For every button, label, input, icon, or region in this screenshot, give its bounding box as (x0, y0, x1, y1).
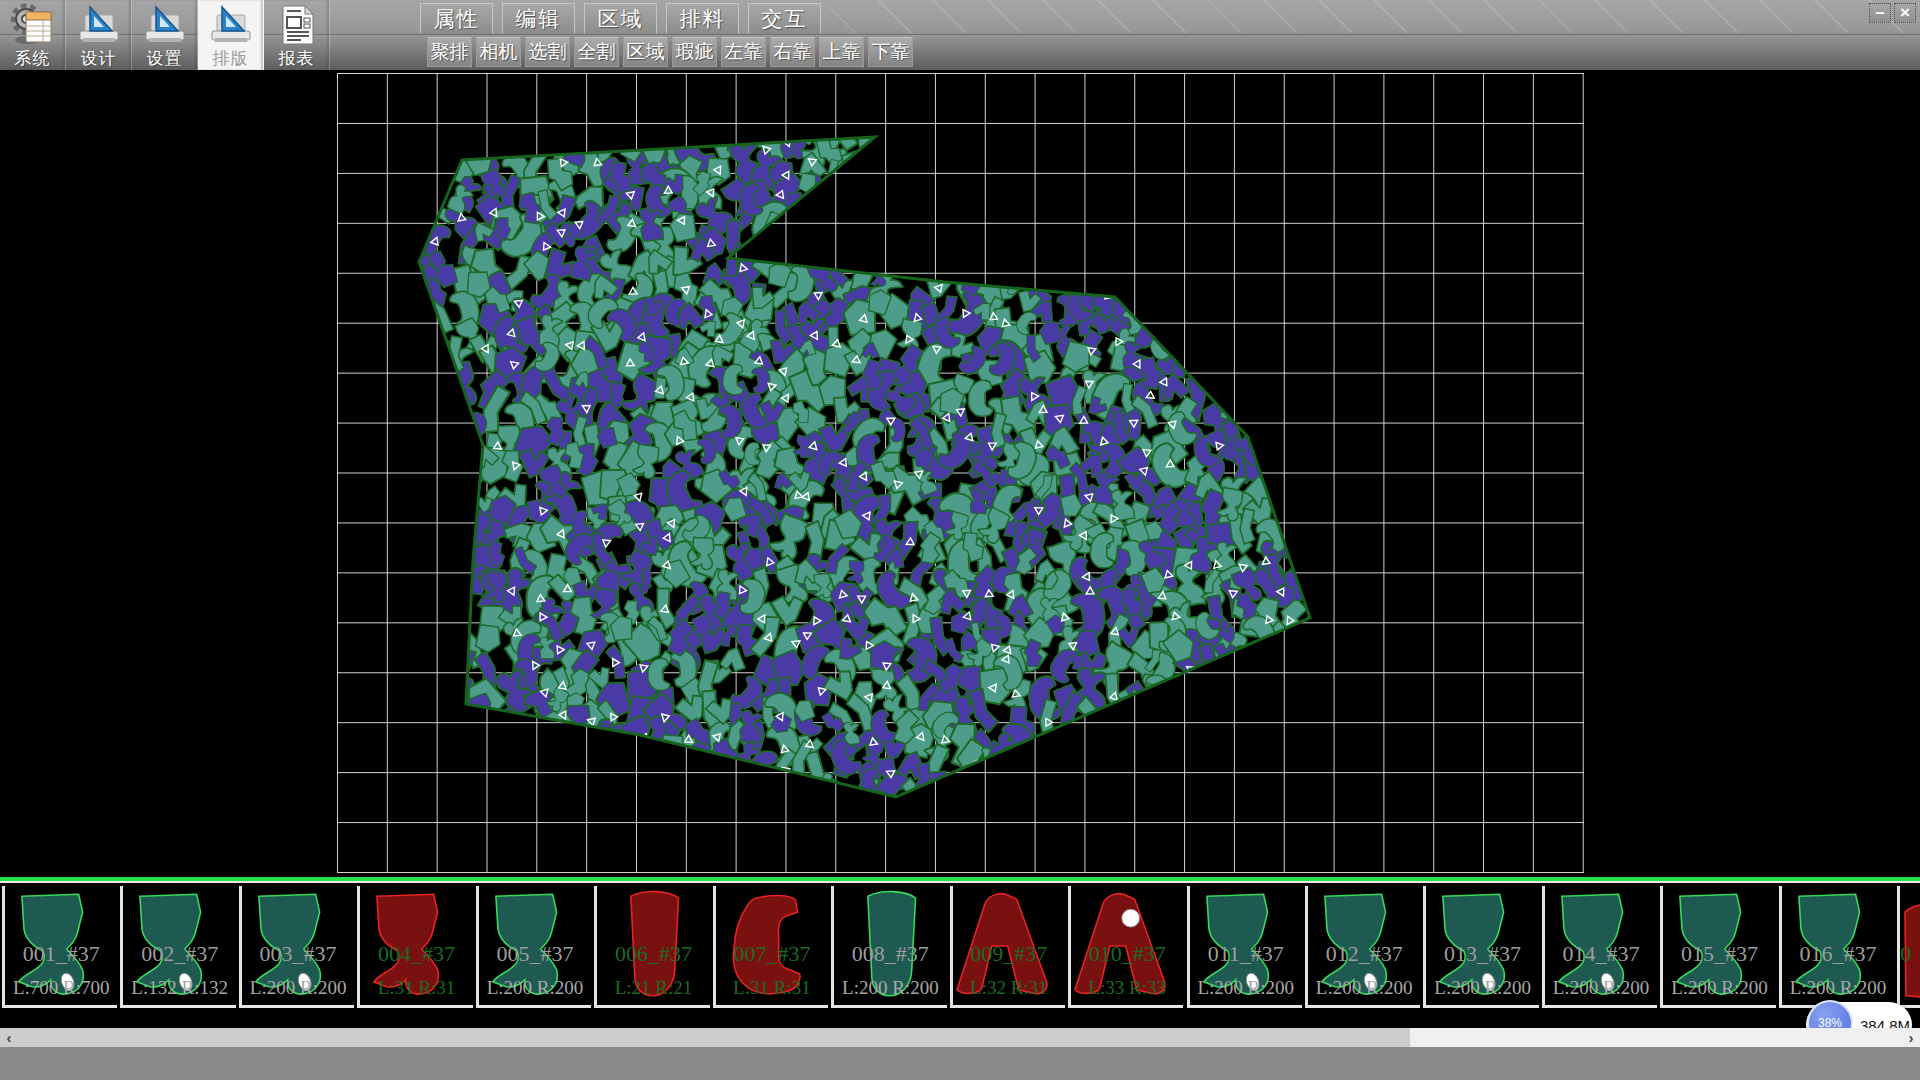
piece-thumbnail-010_#37[interactable]: 010_#37 L:33 R:33 (1068, 886, 1183, 1008)
piece-thumbnail-001_#37[interactable]: 001_#37 L:700 R:700 (2, 886, 117, 1008)
minimize-button[interactable]: – (1869, 3, 1891, 23)
thumbnail-lr-label: L:31 R:31 (360, 977, 472, 999)
thumbnail-lr-label: L:200 R:200 (834, 977, 946, 999)
menu-tab-3[interactable]: 区域 (584, 3, 657, 34)
ruler-triangle-icon (209, 3, 253, 47)
scroll-left-button[interactable]: ‹ (0, 1028, 18, 1047)
action-button-1[interactable]: 聚排 (427, 37, 472, 67)
thumbnail-lr-label: L:31 R:31 (716, 977, 828, 999)
thumbnail-name: 001_#37 (5, 941, 117, 967)
report-doc-icon (275, 3, 319, 47)
toolbar-button-label: 设计 (81, 47, 117, 70)
thumbnail-name: 009_#37 (953, 941, 1065, 967)
toolbar-button-label: 排版 (213, 47, 249, 70)
titlebar-texture (830, 0, 1920, 33)
menu-tab-5[interactable]: 交互 (748, 3, 821, 34)
thumbnail-name: 010_#37 (1071, 941, 1183, 967)
thumbnail-name: 007_#37 (716, 941, 828, 967)
thumbnail-name: 011_#37 (1190, 941, 1302, 967)
thumbnail-lr-label: L:200 R:200 (479, 977, 591, 999)
piece-thumbnail-009_#37[interactable]: 009_#37 L:32 R:31 (950, 886, 1065, 1008)
thumbnail-lr-label: L:132 R:132 (123, 977, 235, 999)
thumbnail-lr-label: L:21 R:21 (597, 977, 709, 999)
action-button-10[interactable]: 下靠 (868, 37, 913, 67)
thumbnail-lr-label: L:32 R:31 (953, 977, 1065, 999)
piece-thumbnail-011_#37[interactable]: 011_#37 L:200 R:200 (1187, 886, 1302, 1008)
piece-thumbnail-004_#37[interactable]: 004_#37 L:31 R:31 (357, 886, 472, 1008)
thumbnail-name: 016_#37 (1782, 941, 1894, 967)
action-button-8[interactable]: 右靠 (770, 37, 815, 67)
toolbar-button-label: 报表 (279, 47, 315, 70)
piece-thumbnail-017[interactable]: 0 (1897, 886, 1920, 1008)
thumbnail-lr-label: L:200 R:200 (242, 977, 354, 999)
thumbnail-name: 014_#37 (1545, 941, 1657, 967)
thumbnail-lr-label: L:700 R:700 (5, 977, 117, 999)
thumbnail-name: 006_#37 (597, 941, 709, 967)
thumbnail-name: 002_#37 (123, 941, 235, 967)
gear-doc-icon (11, 3, 55, 47)
action-button-3[interactable]: 选割 (525, 37, 570, 67)
toolbar-button-4[interactable]: 排版 (198, 0, 264, 70)
thumbnail-lr-label: L:200 R:200 (1308, 977, 1420, 999)
toolbar-button-2[interactable]: 设计 (66, 0, 132, 70)
status-footer (0, 1047, 1920, 1080)
piece-thumbnail-003_#37[interactable]: 003_#37 L:200 R:200 (239, 886, 354, 1008)
menu-tab-2[interactable]: 编辑 (502, 3, 575, 34)
piece-thumbnail-008_#37[interactable]: 008_#37 L:200 R:200 (831, 886, 946, 1008)
window-controls: – × (1869, 3, 1916, 23)
thumbnail-name: 008_#37 (834, 941, 946, 967)
menu-tab-1[interactable]: 属性 (420, 3, 493, 34)
piece-thumbnail-014_#37[interactable]: 014_#37 L:200 R:200 (1542, 886, 1657, 1008)
thumbnail-name: 015_#37 (1663, 941, 1775, 967)
nested-pieces-drawing (0, 70, 1920, 878)
thumbnail-name: 0 (1900, 941, 1920, 967)
close-button[interactable]: × (1894, 3, 1916, 23)
thumbnail-lr-label: L:200 R:200 (1663, 977, 1775, 999)
application-window: 系统设计设置排版报表 属性编辑区域排料交互 聚排相机选割全割区域瑕疵左靠右靠上靠… (0, 0, 1920, 1080)
toolbar-button-1[interactable]: 系统 (0, 0, 66, 70)
thumbnail-name: 013_#37 (1426, 941, 1538, 967)
piece-thumbnail-006_#37[interactable]: 006_#37 L:21 R:21 (594, 886, 709, 1008)
toolbar-button-label: 设置 (147, 47, 183, 70)
piece-thumbnail-012_#37[interactable]: 012_#37 L:200 R:200 (1305, 886, 1420, 1008)
scroll-right-button[interactable]: › (1902, 1028, 1920, 1047)
action-button-7[interactable]: 左靠 (721, 37, 766, 67)
action-button-2[interactable]: 相机 (476, 37, 521, 67)
toolbar-button-5[interactable]: 报表 (264, 0, 330, 70)
thumbnail-name: 005_#37 (479, 941, 591, 967)
action-button-bar: 聚排相机选割全割区域瑕疵左靠右靠上靠下靠 (427, 37, 913, 67)
thumbnail-name: 012_#37 (1308, 941, 1420, 967)
thumbnail-lr-label: L:33 R:33 (1071, 977, 1183, 999)
toolbar-button-label: 系统 (15, 47, 51, 70)
thumbnail-name: 003_#37 (242, 941, 354, 967)
menu-tab-4[interactable]: 排料 (666, 3, 739, 34)
titlebar: 系统设计设置排版报表 属性编辑区域排料交互 聚排相机选割全割区域瑕疵左靠右靠上靠… (0, 0, 1920, 70)
scrollbar-thumb[interactable] (18, 1028, 1410, 1047)
action-button-5[interactable]: 区域 (623, 37, 668, 67)
nested-pieces-group (397, 116, 1334, 818)
action-button-6[interactable]: 瑕疵 (672, 37, 717, 67)
horizontal-scrollbar[interactable]: ‹ › (0, 1028, 1920, 1047)
piece-thumbnail-002_#37[interactable]: 002_#37 L:132 R:132 (120, 886, 235, 1008)
main-toolbar: 系统 设计 设置 排版 报表 (0, 0, 330, 70)
piece-thumbnail-015_#37[interactable]: 015_#37 L:200 R:200 (1660, 886, 1775, 1008)
piece-thumbnail-005_#37[interactable]: 005_#37 L:200 R:200 (476, 886, 591, 1008)
action-button-9[interactable]: 上靠 (819, 37, 864, 67)
piece-thumbnail-007_#37[interactable]: 007_#37 L:31 R:31 (713, 886, 828, 1008)
ruler-triangle-icon (77, 3, 121, 47)
piece-thumbnail-strip: 001_#37L:700 R:700002_#37L:132 R:132003_… (0, 881, 1920, 1008)
menu-tab-bar: 属性编辑区域排料交互 (420, 3, 821, 34)
thumbnail-lr-label: L:200 R:200 (1190, 977, 1302, 999)
toolbar-button-3[interactable]: 设置 (132, 0, 198, 70)
action-button-4[interactable]: 全割 (574, 37, 619, 67)
piece-thumbnail-016_#37[interactable]: 016_#37 L:200 R:200 (1779, 886, 1894, 1008)
thumbnail-lr-label: L:200 R:200 (1782, 977, 1894, 999)
ruler-triangle-icon (143, 3, 187, 47)
piece-thumbnail-013_#37[interactable]: 013_#37 L:200 R:200 (1423, 886, 1538, 1008)
nesting-canvas[interactable] (0, 70, 1920, 878)
thumbnail-lr-label: L:200 R:200 (1545, 977, 1657, 999)
thumbnail-lr-label: L:200 R:200 (1426, 977, 1538, 999)
thumbnail-name: 004_#37 (360, 941, 472, 967)
